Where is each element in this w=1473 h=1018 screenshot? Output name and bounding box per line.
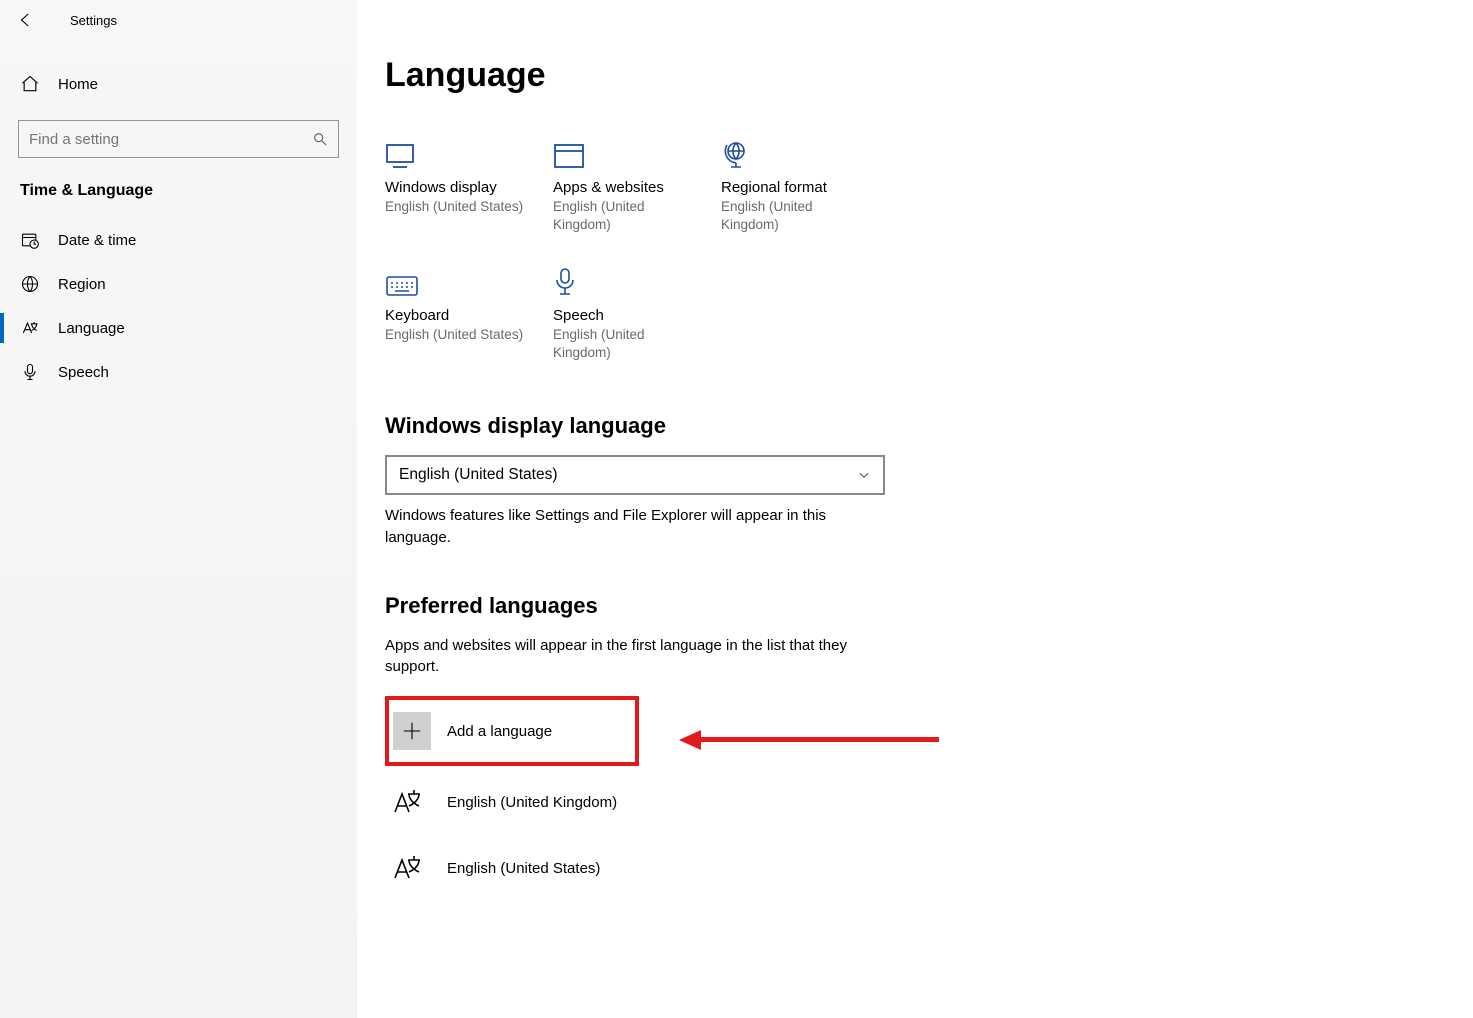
add-language-button[interactable]: Add a language bbox=[385, 696, 639, 766]
nav-region[interactable]: Region bbox=[0, 262, 357, 306]
tile-sub: English (United Kingdom) bbox=[721, 198, 861, 233]
keyboard-icon bbox=[385, 257, 553, 297]
page-title: Language bbox=[385, 56, 1433, 95]
search-input-wrap bbox=[18, 120, 339, 158]
search-input[interactable] bbox=[29, 131, 312, 148]
microphone-icon bbox=[553, 257, 721, 297]
preferred-languages-helper: Apps and websites will appear in the fir… bbox=[385, 635, 865, 679]
language-item-en-gb[interactable]: English (United Kingdom) bbox=[385, 772, 1433, 832]
plus-icon bbox=[393, 712, 431, 750]
dropdown-value: English (United States) bbox=[399, 466, 558, 484]
tile-windows-display[interactable]: Windows display English (United States) bbox=[385, 129, 553, 233]
language-glyph-icon bbox=[389, 788, 427, 816]
tile-title: Windows display bbox=[385, 179, 553, 196]
nav-home-label: Home bbox=[58, 76, 98, 93]
nav-item-label: Region bbox=[58, 276, 106, 293]
browser-window-icon bbox=[553, 129, 721, 169]
language-icon bbox=[20, 318, 40, 338]
sidebar-section-label: Time & Language bbox=[0, 166, 357, 218]
display-language-dropdown[interactable]: English (United States) bbox=[385, 455, 885, 495]
tile-speech[interactable]: Speech English (United Kingdom) bbox=[553, 257, 721, 361]
tile-title: Speech bbox=[553, 307, 721, 324]
nav-language[interactable]: Language bbox=[0, 306, 357, 350]
back-button[interactable] bbox=[14, 8, 38, 32]
nav-item-label: Language bbox=[58, 320, 125, 337]
nav-item-label: Date & time bbox=[58, 232, 136, 249]
globe-icon bbox=[20, 274, 40, 294]
nav-speech[interactable]: Speech bbox=[0, 350, 357, 394]
globe-stand-icon bbox=[721, 129, 889, 169]
language-item-label: English (United Kingdom) bbox=[447, 794, 617, 811]
tile-sub: English (United Kingdom) bbox=[553, 198, 693, 233]
tiles-grid: Windows display English (United States) … bbox=[385, 129, 1025, 385]
tile-keyboard[interactable]: Keyboard English (United States) bbox=[385, 257, 553, 361]
tile-sub: English (United States) bbox=[385, 198, 525, 216]
tile-title: Keyboard bbox=[385, 307, 553, 324]
tile-sub: English (United States) bbox=[385, 326, 525, 344]
preferred-languages-heading: Preferred languages bbox=[385, 593, 1433, 619]
tile-title: Apps & websites bbox=[553, 179, 721, 196]
tile-regional-format[interactable]: Regional format English (United Kingdom) bbox=[721, 129, 889, 233]
tile-sub: English (United Kingdom) bbox=[553, 326, 693, 361]
sidebar: Settings Home Time & Language Date & tim… bbox=[0, 0, 357, 1018]
nav-home[interactable]: Home bbox=[0, 62, 357, 106]
search-icon bbox=[312, 131, 328, 147]
window-title: Settings bbox=[70, 13, 117, 28]
tile-title: Regional format bbox=[721, 179, 889, 196]
microphone-icon bbox=[20, 362, 40, 382]
chevron-down-icon bbox=[857, 468, 871, 482]
nav-date-time[interactable]: Date & time bbox=[0, 218, 357, 262]
main-pane: Language Windows display English (United… bbox=[357, 0, 1473, 1018]
home-icon bbox=[20, 74, 40, 94]
tile-apps-websites[interactable]: Apps & websites English (United Kingdom) bbox=[553, 129, 721, 233]
language-item-en-us[interactable]: English (United States) bbox=[385, 838, 1433, 898]
language-glyph-icon bbox=[389, 854, 427, 882]
monitor-icon bbox=[385, 129, 553, 169]
nav-item-label: Speech bbox=[58, 364, 109, 381]
display-language-helper: Windows features like Settings and File … bbox=[385, 505, 865, 549]
display-language-heading: Windows display language bbox=[385, 413, 1433, 439]
language-item-label: English (United States) bbox=[447, 860, 600, 877]
annotation-arrow bbox=[679, 730, 939, 748]
calendar-clock-icon bbox=[20, 230, 40, 250]
add-language-label: Add a language bbox=[447, 723, 552, 740]
